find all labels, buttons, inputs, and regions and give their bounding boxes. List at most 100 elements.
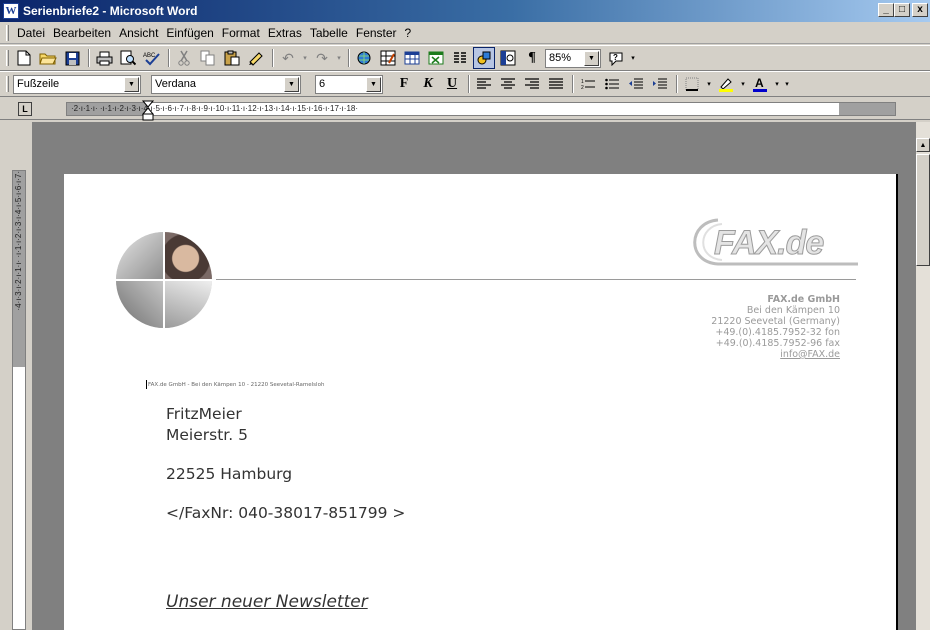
- undo-dropdown-icon[interactable]: ▾: [301, 47, 309, 69]
- open-folder-icon[interactable]: [37, 47, 59, 69]
- chevron-down-icon[interactable]: ▼: [284, 76, 299, 92]
- sender-line[interactable]: FAX.de GmbH - Bei den Kämpen 10 - 21220 …: [148, 382, 324, 388]
- indent-marker-icon[interactable]: [142, 100, 154, 122]
- tables-borders-icon[interactable]: [377, 47, 399, 69]
- company-street: Bei den Kämpen 10: [746, 305, 840, 316]
- menu-bar: Datei Bearbeiten Ansicht Einfügen Format…: [0, 22, 930, 44]
- spelling-icon[interactable]: ABC: [141, 47, 163, 69]
- columns-icon[interactable]: [449, 47, 471, 69]
- vertical-scrollbar[interactable]: ▲: [916, 122, 930, 630]
- toolbar-separator: [676, 75, 678, 93]
- menu-bearbeiten[interactable]: Bearbeiten: [49, 26, 115, 40]
- print-icon[interactable]: [93, 47, 115, 69]
- ruler-strip[interactable]: ·2·ı·1·ı· ·ı·1·ı·2·ı·3·ı·4·ı·5·ı·6·ı·7·ı…: [66, 102, 896, 116]
- help-icon[interactable]: ?: [605, 47, 627, 69]
- recipient-name[interactable]: FritzMeier: [166, 404, 405, 425]
- save-icon[interactable]: [61, 47, 83, 69]
- company-address-block: FAX.de GmbH Bei den Kämpen 10 21220 Seev…: [711, 294, 840, 360]
- copy-icon[interactable]: [197, 47, 219, 69]
- minimize-button[interactable]: _: [878, 3, 894, 17]
- toolbar-separator: [272, 49, 274, 67]
- drawing-icon[interactable]: [473, 47, 495, 69]
- borders-icon[interactable]: [681, 73, 703, 95]
- paste-icon[interactable]: [221, 47, 243, 69]
- decrease-indent-icon[interactable]: [625, 73, 647, 95]
- menu-format[interactable]: Format: [218, 26, 264, 40]
- toolbar-separator: [88, 49, 90, 67]
- toolbar-options-icon[interactable]: ▾: [783, 73, 791, 95]
- logo-photo-bl: [116, 280, 164, 328]
- document-map-icon[interactable]: [497, 47, 519, 69]
- show-formatting-icon[interactable]: ¶: [521, 47, 543, 69]
- horizontal-ruler[interactable]: L ·2·ı·1·ı· ·ı·1·ı·2·ı·3·ı·4·ı·5·ı·6·ı·7…: [0, 98, 930, 120]
- zoom-select[interactable]: 85% ▼: [545, 48, 601, 68]
- style-select[interactable]: Fußzeile ▼: [13, 74, 141, 94]
- borders-dropdown-icon[interactable]: ▾: [705, 73, 713, 95]
- toolbar-separator: [572, 75, 574, 93]
- menu-fenster[interactable]: Fenster: [352, 26, 401, 40]
- redo-dropdown-icon[interactable]: ▾: [335, 47, 343, 69]
- letter-subject[interactable]: Unser neuer Newsletter: [166, 592, 368, 612]
- font-select[interactable]: Verdana ▼: [151, 74, 301, 94]
- document-page[interactable]: FAX.de FAX.de GmbH Bei den Kämpen 10 212…: [64, 174, 898, 630]
- recipient-fax-field[interactable]: </FaxNr: 040-38017-851799 >: [166, 503, 405, 524]
- underline-button[interactable]: U: [441, 73, 463, 95]
- numbering-icon[interactable]: 12: [577, 73, 599, 95]
- menu-tabelle[interactable]: Tabelle: [306, 26, 352, 40]
- redo-icon[interactable]: ↷: [311, 47, 333, 69]
- format-painter-icon[interactable]: [245, 47, 267, 69]
- menu-einfuegen[interactable]: Einfügen: [162, 26, 217, 40]
- font-color-dropdown-icon[interactable]: ▾: [773, 73, 781, 95]
- chevron-down-icon[interactable]: ▼: [124, 76, 139, 92]
- justify-icon[interactable]: [545, 73, 567, 95]
- font-size-select[interactable]: 6 ▼: [315, 74, 383, 94]
- maximize-button[interactable]: □: [894, 3, 910, 17]
- menu-datei[interactable]: Datei: [13, 26, 49, 40]
- bold-button[interactable]: F: [393, 73, 415, 95]
- highlight-icon[interactable]: [715, 73, 737, 95]
- recipient-street[interactable]: Meierstr. 5: [166, 425, 405, 446]
- ruler-ticks: ·2·ı·1·ı· ·ı·1·ı·2·ı·3·ı·4·ı·5·ı·6·ı·7·ı…: [71, 104, 358, 113]
- toolbar-options-icon[interactable]: ▾: [629, 47, 637, 69]
- company-photo-logo: [116, 232, 212, 328]
- new-document-icon[interactable]: [13, 47, 35, 69]
- company-fon: +49.(0).4185.7952-32 fon: [715, 327, 840, 338]
- toolbar-grip[interactable]: [6, 76, 9, 92]
- vertical-ruler-ticks: ·4·ı·3·ı·2·ı·1·ı· ·ı·1·ı·2·ı·3·ı·4·ı·5·ı…: [14, 171, 23, 311]
- word-app-icon[interactable]: W: [3, 3, 19, 19]
- toolbar-grip[interactable]: [6, 50, 9, 66]
- align-right-icon[interactable]: [521, 73, 543, 95]
- align-left-icon[interactable]: [473, 73, 495, 95]
- font-color-icon[interactable]: A: [749, 73, 771, 95]
- company-name: FAX.de GmbH: [767, 294, 840, 305]
- chevron-down-icon[interactable]: ▼: [366, 76, 381, 92]
- company-email-link[interactable]: info@FAX.de: [711, 349, 840, 360]
- insert-table-icon[interactable]: [401, 47, 423, 69]
- scroll-up-icon[interactable]: ▲: [916, 138, 930, 152]
- highlight-dropdown-icon[interactable]: ▾: [739, 73, 747, 95]
- menu-ansicht[interactable]: Ansicht: [115, 26, 162, 40]
- vertical-ruler[interactable]: ·4·ı·3·ı·2·ı·1·ı· ·ı·1·ı·2·ı·3·ı·4·ı·5·ı…: [8, 122, 30, 630]
- tab-selector-icon[interactable]: L: [18, 102, 32, 116]
- scroll-thumb[interactable]: [916, 154, 930, 266]
- menu-grip[interactable]: [6, 24, 9, 41]
- vertical-ruler-strip[interactable]: ·4·ı·3·ı·2·ı·1·ı· ·ı·1·ı·2·ı·3·ı·4·ı·5·ı…: [12, 170, 26, 630]
- align-center-icon[interactable]: [497, 73, 519, 95]
- undo-icon[interactable]: ↶: [277, 47, 299, 69]
- insert-excel-icon[interactable]: [425, 47, 447, 69]
- chevron-down-icon[interactable]: ▼: [584, 50, 599, 66]
- close-button[interactable]: x: [912, 3, 928, 17]
- hyperlink-icon[interactable]: [353, 47, 375, 69]
- menu-help[interactable]: ?: [401, 26, 416, 40]
- menu-extras[interactable]: Extras: [264, 26, 306, 40]
- increase-indent-icon[interactable]: [649, 73, 671, 95]
- cut-icon[interactable]: [173, 47, 195, 69]
- document-area[interactable]: FAX.de FAX.de GmbH Bei den Kämpen 10 212…: [32, 122, 916, 630]
- recipient-city[interactable]: 22525 Hamburg: [166, 464, 405, 485]
- italic-button[interactable]: K: [417, 73, 439, 95]
- logo-photo-tr: [164, 232, 212, 280]
- recipient-address[interactable]: FritzMeier Meierstr. 5 22525 Hamburg </F…: [166, 404, 405, 524]
- print-preview-icon[interactable]: [117, 47, 139, 69]
- bullets-icon[interactable]: [601, 73, 623, 95]
